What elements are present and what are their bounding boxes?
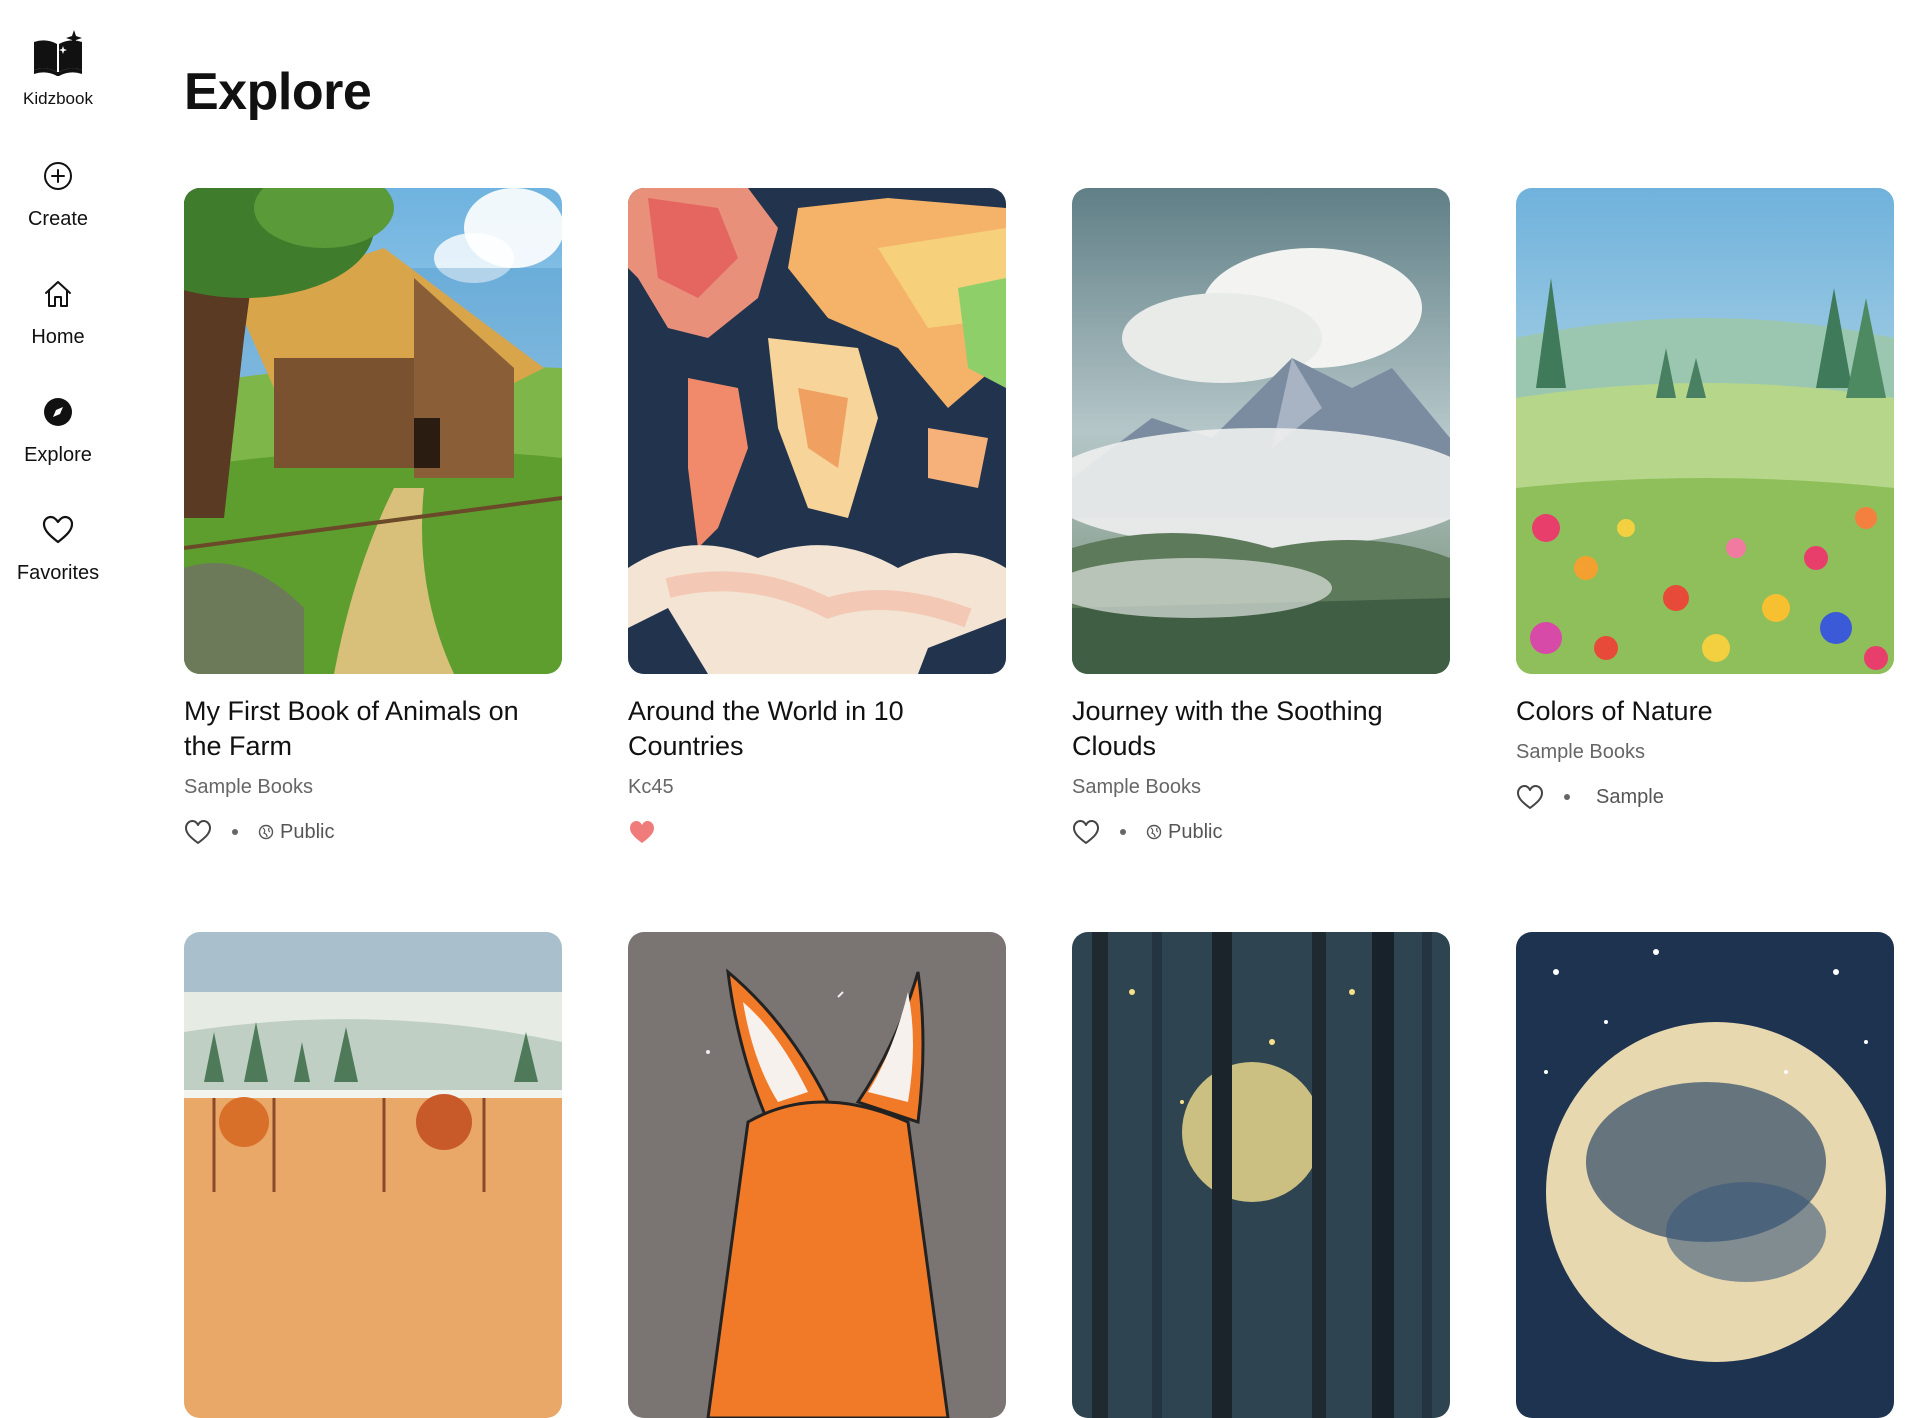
book-card[interactable]: My First Book of Animals on the Farm Sam… [184,188,562,847]
book-author: Sample Books [1516,741,1645,763]
favorite-heart-icon[interactable] [1516,784,1544,810]
separator-dot [232,829,238,835]
book-card[interactable] [1072,932,1450,1418]
book-card[interactable] [184,932,562,1418]
book-meta: Sample [1516,782,1894,812]
app-name: Kidzbook [23,89,93,108]
nav-create-label: Create [27,208,89,230]
book-title[interactable]: My First Book of Animals on the Farm [184,694,562,764]
book-meta: Public [1072,817,1450,847]
favorite-heart-icon[interactable] [184,819,212,845]
plus-circle-icon [41,159,75,198]
compass-icon [41,395,75,434]
nav-favorites-label: Favorites [16,562,100,584]
book-meta: Public [184,817,562,847]
book-cover-fox[interactable] [628,932,1006,1418]
book-title[interactable]: Colors of Nature [1516,694,1894,729]
book-card[interactable]: Around the World in 10 Countries Kc45 [628,188,1006,847]
book-card[interactable]: Colors of Nature Sample Books Sample [1516,188,1894,812]
nav-home[interactable]: Home [31,277,85,349]
globe-icon [258,824,274,840]
home-icon [41,277,75,316]
nav-favorites[interactable]: Favorites [17,513,99,585]
visibility-label: Sample [1596,785,1664,808]
globe-icon [1146,824,1162,840]
separator-dot [1564,794,1570,800]
book-cover-night-forest[interactable] [1072,932,1450,1418]
nav-home-label: Home [31,326,85,348]
book-card[interactable] [1516,932,1894,1418]
book-meta [628,817,1006,847]
book-card[interactable]: Journey with the Soothing Clouds Sample … [1072,188,1450,847]
nav-create[interactable]: Create [28,159,88,231]
kidzbook-logo[interactable]: Kidzbook [23,30,93,109]
book-sparkle-icon [32,30,84,81]
sidebar: Kidzbook Create Home Explore Favorites [0,0,116,1128]
visibility-label: Public [280,820,335,843]
favorite-heart-filled-icon[interactable] [628,819,656,845]
favorite-heart-icon[interactable] [1072,819,1100,845]
book-title[interactable]: Journey with the Soothing Clouds [1072,694,1450,764]
book-title[interactable]: Around the World in 10 Countries [628,694,1006,764]
book-cover-misty-forest[interactable] [184,932,562,1418]
nav-explore-label: Explore [24,444,92,466]
book-author: Sample Books [184,776,313,798]
book-cover-nature[interactable] [1516,188,1894,674]
book-author: Sample Books [1072,776,1201,798]
book-cover-farm[interactable] [184,188,562,674]
book-author: Kc45 [628,776,674,798]
book-card[interactable] [628,932,1006,1418]
visibility-label: Public [1168,820,1223,843]
separator-dot [1120,829,1126,835]
book-cover-starry-moon[interactable] [1516,932,1894,1418]
main-nav: Create Home Explore Favorites [17,159,99,631]
page-title: Explore [184,63,372,121]
main-content: Explore My First Book of Animals on the … [184,0,1920,1418]
book-cover-world-map[interactable] [628,188,1006,674]
book-cover-clouds[interactable] [1072,188,1450,674]
heart-icon [41,513,75,552]
nav-explore[interactable]: Explore [24,395,92,467]
